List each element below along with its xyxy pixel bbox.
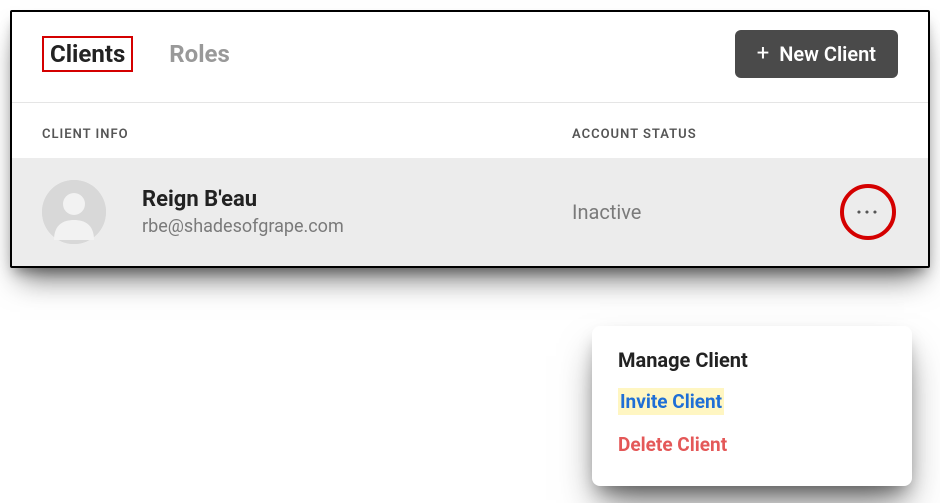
- row-actions: ···: [838, 192, 898, 232]
- col-client-info: CLIENT INFO: [42, 127, 572, 142]
- actions-dropdown: Manage Client Invite Client Delete Clien…: [592, 326, 912, 486]
- clients-panel: Clients Roles + New Client CLIENT INFO A…: [10, 10, 930, 268]
- client-name: Reign B'eau: [142, 187, 572, 212]
- client-info-cell: Reign B'eau rbe@shadesofgrape.com: [142, 187, 572, 237]
- avatar: [42, 180, 106, 244]
- client-email: rbe@shadesofgrape.com: [142, 216, 572, 237]
- tab-roles[interactable]: Roles: [169, 40, 230, 68]
- ellipsis-icon: ···: [856, 200, 880, 224]
- more-actions-button[interactable]: ···: [848, 192, 888, 232]
- dropdown-item-invite-wrap: Invite Client: [618, 388, 886, 415]
- new-client-button[interactable]: + New Client: [735, 30, 898, 78]
- tabs: Clients Roles: [42, 36, 735, 72]
- plus-icon: +: [757, 43, 769, 65]
- dropdown-item-delete[interactable]: Delete Client: [618, 425, 886, 464]
- avatar-placeholder-icon: [42, 180, 106, 244]
- col-account-status: ACCOUNT STATUS: [572, 127, 898, 142]
- new-client-label: New Client: [779, 42, 876, 66]
- panel-header: Clients Roles + New Client: [12, 12, 928, 103]
- table-row: Reign B'eau rbe@shadesofgrape.com Inacti…: [12, 158, 928, 266]
- account-status-cell: Inactive: [572, 200, 838, 224]
- dropdown-heading: Manage Client: [618, 348, 886, 372]
- tab-clients[interactable]: Clients: [42, 36, 133, 72]
- table-header: CLIENT INFO ACCOUNT STATUS: [12, 103, 928, 158]
- dropdown-item-invite[interactable]: Invite Client: [618, 388, 724, 415]
